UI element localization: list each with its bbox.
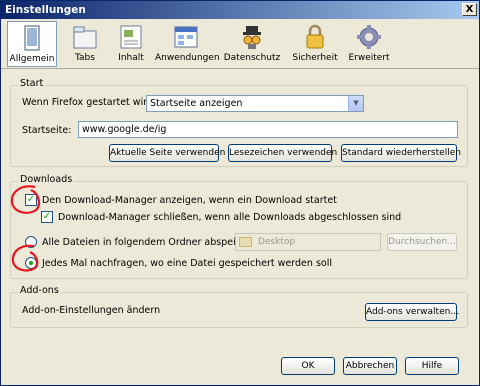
homepage-label: Startseite: (22, 125, 72, 136)
general-icon (24, 25, 40, 51)
save-to-folder-label: Alle Dateien in folgendem Ordner abspeic… (42, 237, 266, 248)
tab-general[interactable]: Allgemein (7, 21, 57, 67)
tab-security[interactable]: Sicherheit (289, 21, 341, 67)
security-icon (306, 24, 324, 49)
applications-icon (174, 26, 198, 48)
privacy-icon (243, 26, 261, 49)
tab-label: Anwendungen (155, 53, 220, 63)
startup-label: Wenn Firefox gestartet wird: (22, 97, 157, 108)
close-download-manager-label: Download-Manager schließen, wenn alle Do… (58, 212, 402, 223)
close-button[interactable]: X (462, 3, 477, 16)
use-current-page-button[interactable]: Aktuelle Seite verwenden (109, 144, 225, 162)
tab-label: Datenschutz (223, 53, 281, 63)
use-bookmark-button[interactable]: Lesezeichen verwenden (228, 144, 337, 162)
show-download-manager-checkbox[interactable]: ✓ (25, 194, 37, 206)
advanced-icon (357, 25, 381, 49)
preferences-window: Einstellungen X Allgemein Tabs Inhalt An… (0, 0, 480, 386)
tab-content[interactable]: Inhalt (111, 21, 151, 67)
close-download-manager-checkbox[interactable]: ✓ (41, 211, 53, 223)
tab-label: Allgemein (9, 54, 55, 64)
tab-tabs[interactable]: Tabs (63, 21, 107, 67)
folder-icon (239, 237, 252, 247)
browse-button[interactable]: Durchsuchen... (387, 233, 457, 251)
startup-select[interactable]: Startseite anzeigen ▼ (146, 95, 364, 112)
preferences-toolbar: Allgemein Tabs Inhalt Anwendungen Datens… (1, 19, 479, 69)
tabs-icon (73, 26, 97, 49)
homepage-input[interactable]: www.google.de/ig (78, 121, 458, 138)
tab-label: Erweitert (348, 53, 390, 63)
download-folder-value: Desktop (258, 237, 296, 247)
restore-default-button[interactable]: Standard wiederherstellen (341, 144, 461, 162)
manage-addons-button[interactable]: Add-ons verwalten... (365, 303, 459, 321)
show-download-manager-label: Den Download-Manager anzeigen, wenn ein … (42, 195, 337, 206)
downloads-group-title: Downloads (18, 174, 75, 185)
title-bar: Einstellungen X (1, 1, 479, 19)
tab-applications[interactable]: Anwendungen (155, 21, 220, 67)
tab-label: Tabs (75, 53, 95, 63)
ask-every-time-label: Jedes Mal nachfragen, wo eine Datei gesp… (42, 258, 332, 269)
addon-settings-label: Add-on-Einstellungen ändern (22, 305, 161, 316)
startup-select-value: Startseite anzeigen (150, 98, 243, 109)
ok-button[interactable]: OK (281, 357, 335, 375)
chevron-down-icon[interactable]: ▼ (348, 96, 363, 111)
tab-privacy[interactable]: Datenschutz (223, 21, 281, 67)
content-icon (120, 25, 142, 49)
download-folder-field: Desktop (235, 233, 381, 251)
save-to-folder-radio[interactable] (25, 236, 37, 248)
addons-group-title: Add-ons (18, 285, 61, 296)
tab-advanced[interactable]: Erweitert (345, 21, 393, 67)
help-button[interactable]: Hilfe (405, 357, 459, 375)
window-title: Einstellungen (5, 4, 86, 16)
ask-every-time-radio[interactable] (25, 257, 37, 269)
cancel-button[interactable]: Abbrechen (343, 357, 397, 375)
tab-label: Inhalt (118, 53, 144, 63)
tab-label: Sicherheit (292, 53, 338, 63)
start-group-title: Start (18, 78, 46, 89)
